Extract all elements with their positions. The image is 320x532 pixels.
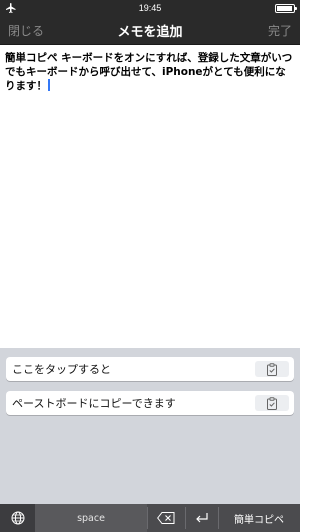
return-key[interactable] [185,504,218,532]
battery-icon [275,4,297,13]
snippet-label: ペーストボードにコピーできます [12,397,176,410]
airplane-icon [6,3,16,13]
key-divider [218,507,219,529]
return-icon [195,513,208,523]
status-time: 19:45 [138,3,162,13]
done-button[interactable]: 完了 [268,16,292,45]
clipboard-icon[interactable] [255,395,289,411]
key-divider [185,507,186,529]
globe-icon [11,511,24,525]
delete-key[interactable] [147,504,185,532]
navigation-bar: 閉じる メモを追加 完了 [0,16,300,45]
memo-text-content: 簡単コピペ キーボードをオンにすれば、登録した文章がいつでもキーボードから呼び出… [5,51,295,93]
memo-text-area[interactable]: 簡単コピペ キーボードをオンにすれば、登録した文章がいつでもキーボードから呼び出… [0,45,300,348]
space-key[interactable]: space [35,504,147,532]
memo-screen: 19:45 閉じる メモを追加 完了 簡単コピペ キーボードをオンにすれば、登録… [0,0,300,532]
close-button[interactable]: 閉じる [8,16,44,45]
clipboard-icon[interactable] [255,361,289,377]
delete-icon [157,512,175,524]
keyboard-bottom-row: space 簡単コピペ [0,504,300,532]
status-bar: 19:45 [0,0,300,16]
keyboard-name-key[interactable]: 簡単コピペ [218,504,300,532]
snippet-label: ここをタップすると [12,363,111,376]
globe-key[interactable] [0,504,35,532]
text-caret [48,79,50,91]
snippet-item[interactable]: ペーストボードにコピーできます [6,391,294,415]
snippet-item[interactable]: ここをタップすると [6,357,294,381]
custom-keyboard: ここをタップすると ペーストボードにコピーできます space 簡単コピペ [0,348,300,532]
key-divider [147,507,148,529]
page-title: メモを追加 [117,24,183,40]
